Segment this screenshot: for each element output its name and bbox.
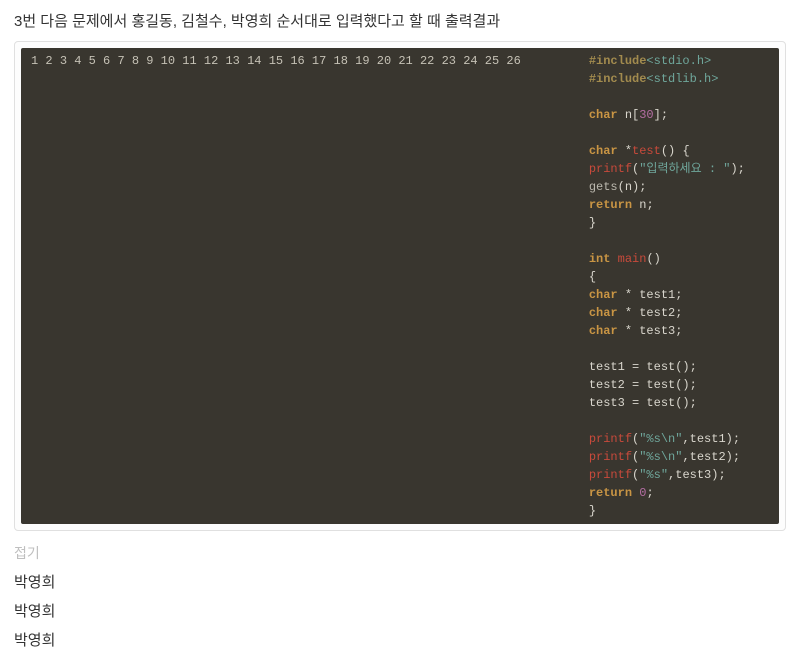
question-title: 3번 다음 문제에서 홍길동, 김철수, 박영희 순서대로 입력했다고 할 때 … xyxy=(14,10,786,31)
code-content: #include<stdio.h> #include<stdlib.h> cha… xyxy=(529,48,779,524)
code-container: 1 2 3 4 5 6 7 8 9 10 11 12 13 14 15 16 1… xyxy=(14,41,786,531)
fold-toggle[interactable]: 접기 xyxy=(14,543,786,563)
code-block: 1 2 3 4 5 6 7 8 9 10 11 12 13 14 15 16 1… xyxy=(21,48,779,524)
output-line: 박영희 xyxy=(14,600,786,621)
line-number-gutter: 1 2 3 4 5 6 7 8 9 10 11 12 13 14 15 16 1… xyxy=(21,48,529,524)
output-line: 박영희 xyxy=(14,629,786,650)
